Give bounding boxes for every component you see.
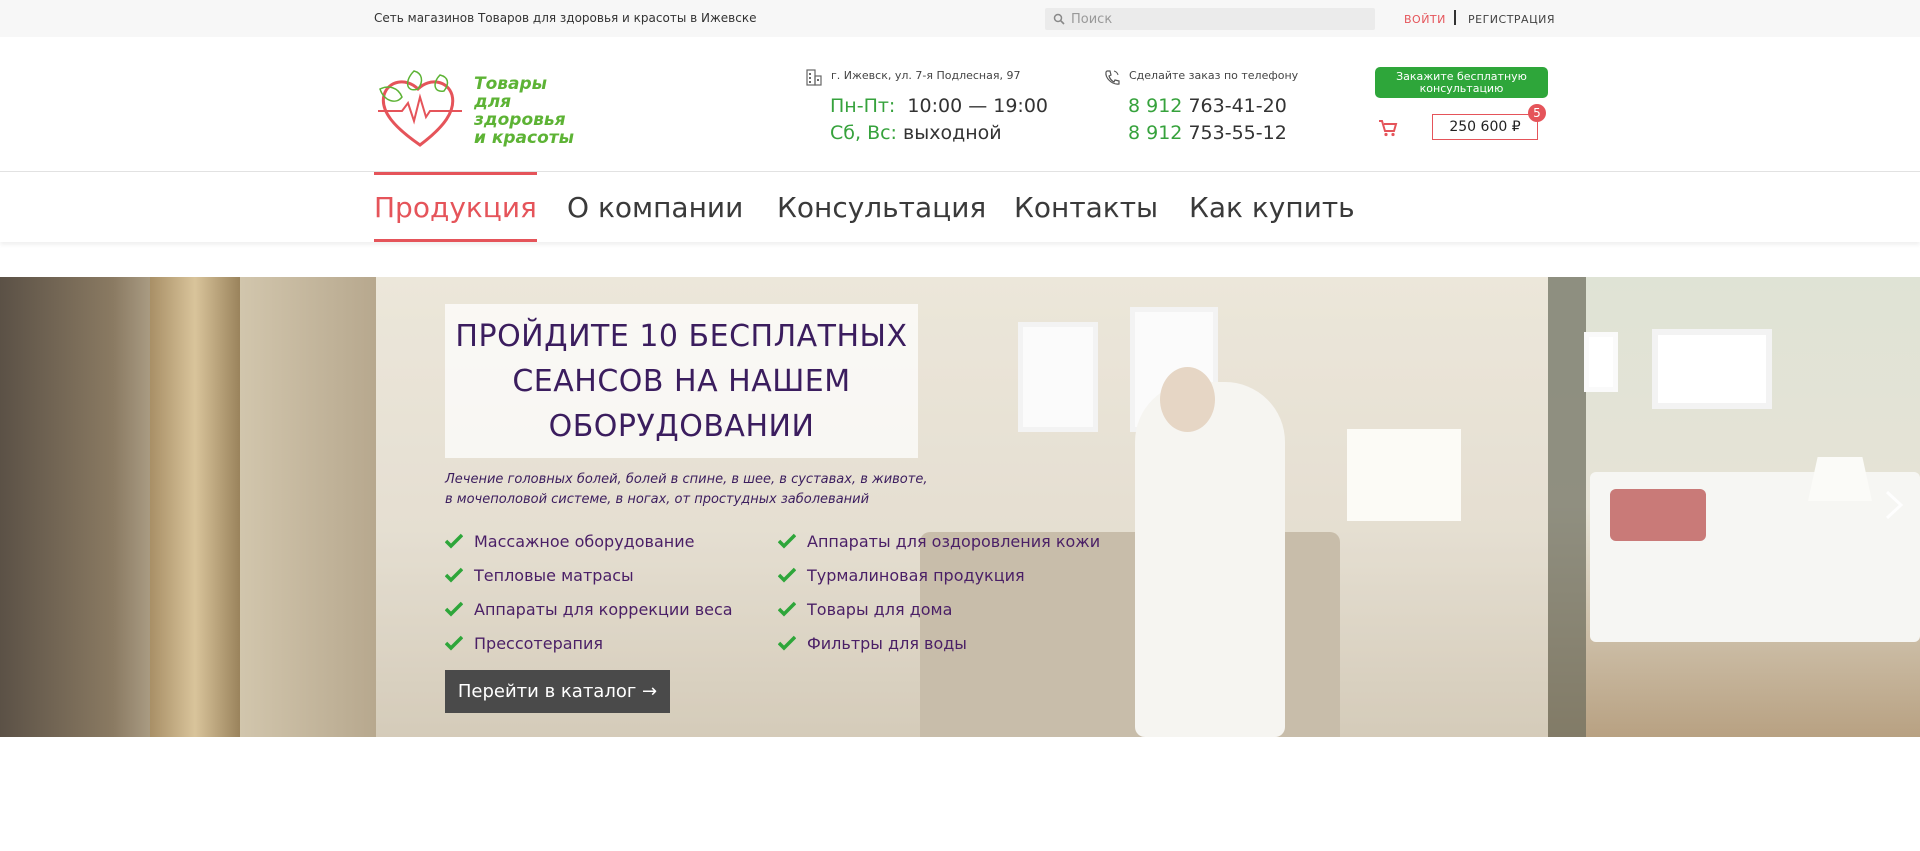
hero-feature-list: Аппараты для оздоровления кожи Турмалино… — [778, 524, 1100, 660]
search-input[interactable] — [1071, 11, 1361, 27]
checkmark-icon — [445, 635, 463, 651]
phone-number[interactable]: 8 912 753-55-12 — [1128, 120, 1287, 147]
hero-slider: ПРОЙДИТЕ 10 БЕСПЛАТНЫХ СЕАНСОВ НА НАШЕМ … — [0, 277, 1920, 737]
nav-item-consultation[interactable]: Консультация — [777, 172, 986, 242]
hours-label-weekdays: Пн-Пт: — [830, 95, 896, 117]
opening-hours: Пн-Пт: 10:00 — 19:00 Сб, Вс: выходной — [830, 93, 1048, 147]
hero-description: Лечение головных болей, болей в спине, в… — [445, 472, 928, 507]
phone-icon — [1105, 70, 1120, 85]
search-box[interactable] — [1045, 8, 1375, 30]
hero-photo-pillow — [1610, 489, 1706, 541]
site-tagline: Сеть магазинов Товаров для здоровья и кр… — [374, 11, 757, 25]
nav-item-products[interactable]: Продукция — [374, 172, 537, 242]
main-nav: Продукция О компании Консультация Контак… — [0, 172, 1920, 242]
nav-item-contacts[interactable]: Контакты — [1014, 172, 1158, 242]
cart-total[interactable]: 250 600 ₽ — [1432, 114, 1538, 140]
register-link[interactable]: РЕГИСТРАЦИЯ — [1468, 13, 1555, 26]
hours-value-weekend: выходной — [903, 122, 1002, 144]
site-header: Товары для здоровья и красоты г. Ижевск,… — [0, 37, 1920, 172]
free-consultation-button[interactable]: Закажите бесплатную консультацию — [1375, 67, 1548, 98]
hero-photo-frame — [1584, 332, 1618, 392]
checkmark-icon — [778, 567, 796, 583]
hero-photo-frame — [1652, 329, 1772, 409]
hero-photo-edge — [1548, 277, 1586, 737]
list-item: Аппараты для коррекции веса — [445, 592, 733, 626]
checkmark-icon — [778, 533, 796, 549]
hours-value-weekdays: 10:00 — 19:00 — [907, 95, 1049, 117]
checkmark-icon — [778, 635, 796, 651]
list-item: Фильтры для воды — [778, 626, 1100, 660]
list-item: Турмалиновая продукция — [778, 558, 1100, 592]
list-item: Прессотерапия — [445, 626, 733, 660]
chevron-right-icon[interactable] — [1884, 489, 1904, 521]
hero-title-box: ПРОЙДИТЕ 10 БЕСПЛАТНЫХ СЕАНСОВ НА НАШЕМ … — [445, 304, 918, 458]
checkmark-icon — [445, 567, 463, 583]
logo-text: Товары для здоровья и красоты — [474, 74, 574, 148]
list-item: Массажное оборудование — [445, 524, 733, 558]
phone-number[interactable]: 8 912 763-41-20 — [1128, 93, 1287, 120]
phone-numbers: 8 912 763-41-20 8 912 753-55-12 — [1128, 93, 1287, 147]
store-address: г. Ижевск, ул. 7-я Подлесная, 97 — [831, 69, 1021, 82]
divider — [1454, 10, 1456, 25]
phone-caption: Сделайте заказ по телефону — [1129, 69, 1299, 82]
heart-leaf-logo-icon — [378, 70, 462, 147]
list-item: Аппараты для оздоровления кожи — [778, 524, 1100, 558]
nav-item-how-to-buy[interactable]: Как купить — [1189, 172, 1355, 242]
top-bar: Сеть магазинов Товаров для здоровья и кр… — [0, 0, 1920, 37]
checkmark-icon — [778, 601, 796, 617]
site-logo[interactable]: Товары для здоровья и красоты — [374, 67, 604, 157]
checkmark-icon — [445, 601, 463, 617]
hours-label-weekend: Сб, Вс: — [830, 122, 897, 144]
list-item: Тепловые матрасы — [445, 558, 733, 592]
cart-count-badge: 5 — [1528, 104, 1546, 122]
building-icon — [806, 69, 822, 86]
hero-photo-curtain — [150, 277, 240, 737]
login-link[interactable]: ВОЙТИ — [1404, 13, 1446, 26]
nav-item-about[interactable]: О компании — [567, 172, 743, 242]
search-icon — [1053, 13, 1065, 25]
cart-icon[interactable] — [1378, 119, 1398, 137]
catalog-button[interactable]: Перейти в каталог → — [445, 670, 670, 713]
list-item: Товары для дома — [778, 592, 1100, 626]
hero-title: ПРОЙДИТЕ 10 БЕСПЛАТНЫХ СЕАНСОВ НА НАШЕМ … — [455, 318, 908, 444]
checkmark-icon — [445, 533, 463, 549]
hero-photo-bed-lamp — [1808, 457, 1872, 501]
hero-feature-list: Массажное оборудование Тепловые матрасы … — [445, 524, 733, 660]
